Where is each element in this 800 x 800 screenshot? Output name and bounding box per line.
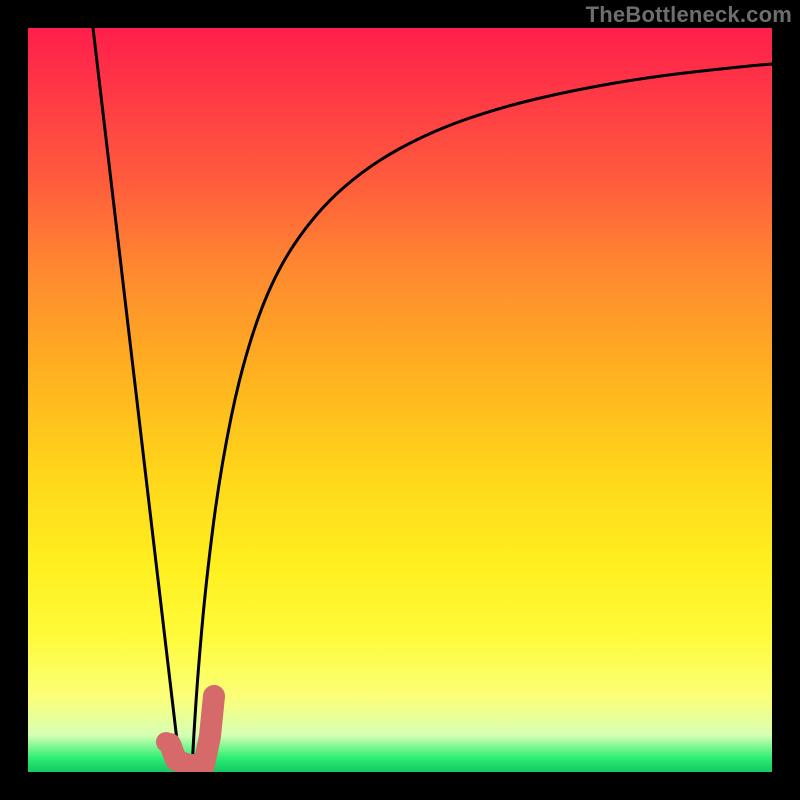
curve-svg — [28, 28, 772, 772]
plot-area — [28, 28, 772, 772]
rising-curve — [192, 64, 772, 768]
chart-frame: TheBottleneck.com — [0, 0, 800, 800]
watermark-text: TheBottleneck.com — [586, 2, 792, 28]
falling-line — [93, 28, 180, 766]
